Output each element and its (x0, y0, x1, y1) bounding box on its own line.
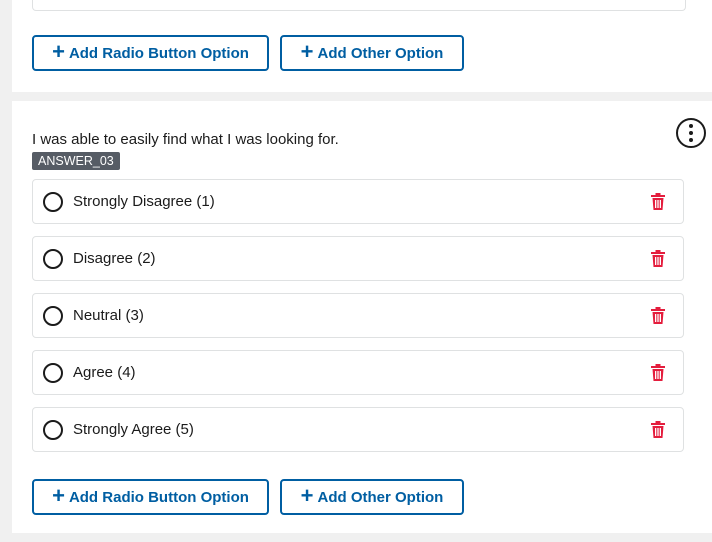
trash-icon[interactable] (651, 421, 665, 438)
plus-icon: + (300, 39, 314, 64)
radio-unchecked-icon[interactable] (43, 362, 63, 383)
radio-option-row: Strongly Agree (5) (32, 407, 684, 452)
add-other-option-button-top[interactable]: + Add Other Option (280, 35, 464, 71)
radio-option-label: Disagree (2) (73, 250, 156, 267)
radio-option-row: Strongly Disagree (1) (32, 179, 684, 224)
radio-option-label: Strongly Disagree (1) (73, 193, 215, 210)
add-other-option-label: Add Other Option (317, 44, 444, 62)
add-other-option-label: Add Other Option (317, 488, 444, 506)
add-radio-option-button-top[interactable]: + Add Radio Button Option (32, 35, 269, 71)
add-radio-option-button[interactable]: + Add Radio Button Option (32, 479, 269, 515)
radio-unchecked-icon[interactable] (43, 248, 63, 269)
more-vertical-icon (689, 124, 693, 142)
plus-icon: + (300, 483, 314, 508)
trash-icon[interactable] (651, 193, 665, 210)
question-card: I was able to easily find what I was loo… (12, 101, 712, 533)
trash-icon[interactable] (651, 250, 665, 267)
trash-icon[interactable] (651, 307, 665, 324)
add-radio-option-label: Add Radio Button Option (68, 488, 249, 506)
trash-icon[interactable] (651, 364, 665, 381)
previous-option-row (32, 0, 686, 11)
add-other-option-button[interactable]: + Add Other Option (280, 479, 464, 515)
more-options-button[interactable] (676, 118, 706, 148)
radio-option-label: Agree (4) (73, 364, 136, 381)
radio-option-label: Strongly Agree (5) (73, 421, 194, 438)
radio-unchecked-icon[interactable] (43, 419, 63, 440)
add-radio-option-label: Add Radio Button Option (68, 44, 249, 62)
radio-unchecked-icon[interactable] (43, 191, 63, 212)
radio-option-label: Neutral (3) (73, 307, 144, 324)
radio-option-row: Disagree (2) (32, 236, 684, 281)
question-text: I was able to easily find what I was loo… (32, 131, 339, 148)
radio-option-row: Neutral (3) (32, 293, 684, 338)
previous-question-card: + Add Radio Button Option + Add Other Op… (12, 0, 712, 92)
plus-icon: + (52, 39, 65, 64)
radio-option-row: Agree (4) (32, 350, 684, 395)
radio-unchecked-icon[interactable] (43, 305, 63, 326)
plus-icon: + (52, 483, 65, 508)
answer-tag: ANSWER_03 (32, 152, 120, 170)
